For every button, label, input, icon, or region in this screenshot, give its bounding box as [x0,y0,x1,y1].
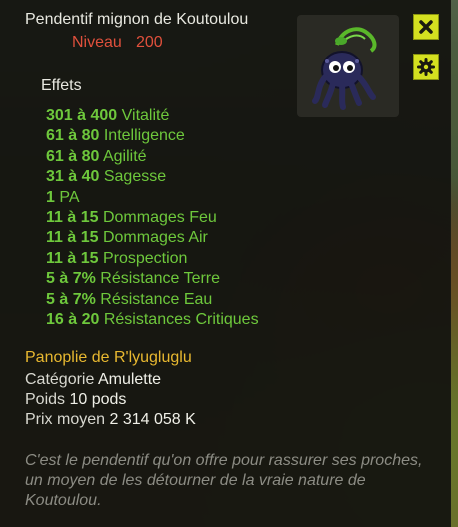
category-value: Amulette [97,371,162,388]
effect-row: 5 à 7% Résistance Eau [46,290,213,308]
level-value: 200 [136,34,163,51]
price-label: Prix moyen [25,411,106,428]
weight-value: 10 pods [69,391,127,408]
effect-row: 61 à 80 Agilité [46,147,147,165]
category-label: Catégorie [25,371,95,388]
level-label: Niveau [72,34,122,51]
gear-icon [417,58,435,76]
close-icon [419,20,433,34]
effect-row: 16 à 20 Résistances Critiques [46,310,259,328]
close-button[interactable] [413,14,439,40]
effect-row: 1 PA [46,188,80,206]
item-description: C'est le pendentif qu'on offre pour rass… [25,452,423,509]
category-row: Catégorie Amulette [25,371,161,389]
item-name: Pendentif mignon de Koutoulou [25,11,249,28]
effect-row: 11 à 15 Prospection [46,249,188,267]
item-image [297,15,399,117]
price-value: 2 314 058 K [109,411,196,428]
effect-row: 61 à 80 Intelligence [46,127,185,145]
weight-label: Poids [25,391,66,408]
set-link[interactable]: Panoplie de R'lyugluglu [25,349,192,367]
effect-row: 5 à 7% Résistance Terre [46,270,221,288]
effect-row: 31 à 40 Sagesse [46,168,167,186]
item-tooltip: Pendentif mignon de Koutoulou Niveau 200 [0,0,451,527]
effect-row: 301 à 400 Vitalité [46,107,170,124]
effects-list: 301 à 400 Vitalité 61 à 80 Intelligence … [46,106,259,330]
weight-row: Poids 10 pods [25,391,126,409]
effect-row: 11 à 15 Dommages Feu [46,208,217,226]
settings-button[interactable] [413,54,439,80]
effects-heading: Effets [41,77,82,94]
price-row: Prix moyen 2 314 058 K [25,411,196,429]
effect-row: 11 à 15 Dommages Air [46,229,208,247]
octopus-amulet-icon [312,27,377,110]
